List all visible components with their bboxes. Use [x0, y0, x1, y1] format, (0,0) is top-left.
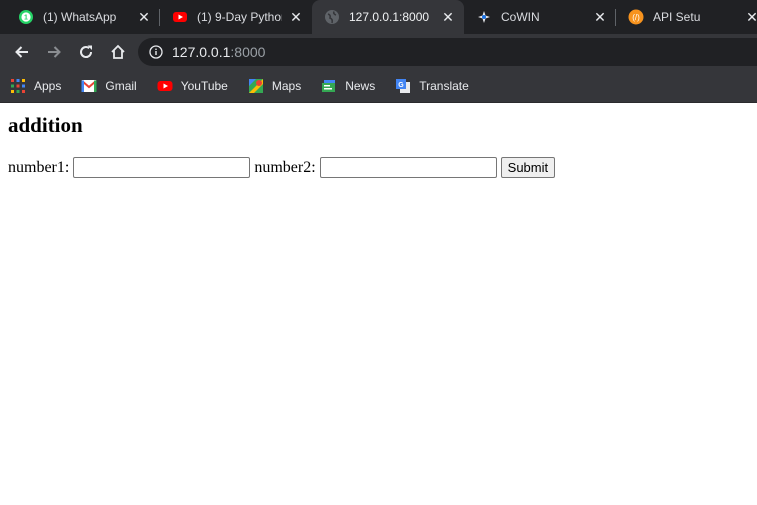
info-icon[interactable]	[148, 44, 164, 60]
bookmark-translate[interactable]: G Translate	[393, 78, 471, 94]
globe-icon	[324, 9, 340, 25]
close-icon[interactable]: ✕	[288, 9, 304, 25]
bookmark-label: Gmail	[105, 79, 137, 93]
url-port: :8000	[230, 44, 266, 60]
browser-chrome: 1 (1) WhatsApp ✕ (1) 9-Day Python ✕ 127.…	[0, 0, 757, 103]
bookmark-gmail[interactable]: Gmail	[79, 78, 138, 94]
reload-icon[interactable]	[70, 38, 102, 66]
url-host: 127.0.0.1	[172, 44, 231, 60]
cowin-icon	[476, 9, 492, 25]
close-icon[interactable]: ✕	[136, 9, 152, 25]
tab-title: (1) WhatsApp	[43, 10, 117, 24]
api-setu-icon: (/)	[628, 9, 644, 25]
whatsapp-icon: 1	[18, 9, 34, 25]
addition-form: number1: number2: Submit	[8, 157, 749, 178]
bookmark-label: Apps	[34, 79, 62, 93]
apps-grid-icon	[10, 78, 26, 94]
bookmark-news[interactable]: News	[319, 78, 377, 94]
tab-whatsapp[interactable]: 1 (1) WhatsApp ✕	[0, 0, 160, 34]
tab-title: CoWIN	[501, 10, 540, 24]
forward-arrow-icon[interactable]	[38, 38, 70, 66]
news-icon	[321, 78, 337, 94]
number1-label: number1:	[8, 158, 70, 176]
bookmark-label: News	[345, 79, 376, 93]
gmail-icon	[81, 78, 98, 94]
tab-youtube-python[interactable]: (1) 9-Day Python ✕	[160, 0, 312, 34]
tab-title: (1) 9-Day Python	[197, 10, 282, 24]
bookmark-label: Maps	[271, 79, 302, 93]
youtube-icon	[157, 78, 173, 94]
bookmarks-bar: Apps Gmail YouTube Maps News G Translate	[0, 70, 757, 103]
tab-title: API Setu	[653, 10, 701, 24]
maps-icon	[248, 78, 264, 94]
back-arrow-icon[interactable]	[6, 38, 38, 66]
svg-text:G: G	[398, 82, 404, 89]
tab-title: 127.0.0.1:8000	[349, 10, 430, 24]
tab-api-setu[interactable]: (/) API Setu ✕	[616, 0, 757, 34]
number2-label: number2:	[254, 158, 316, 176]
number2-input[interactable]	[319, 157, 497, 178]
submit-button[interactable]: Submit	[500, 157, 556, 178]
tab-cowin[interactable]: CoWIN ✕	[464, 0, 616, 34]
bookmark-apps[interactable]: Apps	[8, 78, 63, 94]
bookmark-label: Translate	[419, 79, 469, 93]
tab-localhost[interactable]: 127.0.0.1:8000 ✕	[312, 0, 464, 34]
svg-text:(/): (/)	[632, 13, 640, 22]
close-icon[interactable]: ✕	[744, 9, 757, 25]
close-icon[interactable]: ✕	[592, 9, 608, 25]
number1-input[interactable]	[73, 157, 251, 178]
address-bar[interactable]: 127.0.0.1:8000	[138, 38, 757, 66]
bookmark-maps[interactable]: Maps	[246, 78, 303, 94]
svg-text:1: 1	[24, 15, 28, 22]
tab-strip: 1 (1) WhatsApp ✕ (1) 9-Day Python ✕ 127.…	[0, 0, 757, 34]
home-icon[interactable]	[102, 38, 134, 66]
browser-toolbar: 127.0.0.1:8000	[0, 34, 757, 70]
bookmark-youtube[interactable]: YouTube	[155, 78, 230, 94]
page-content: addition number1: number2: Submit	[0, 103, 757, 186]
close-icon[interactable]: ✕	[440, 9, 456, 25]
page-heading: addition	[8, 113, 83, 137]
translate-icon: G	[395, 78, 411, 94]
youtube-icon	[172, 9, 188, 25]
bookmark-label: YouTube	[180, 79, 228, 93]
